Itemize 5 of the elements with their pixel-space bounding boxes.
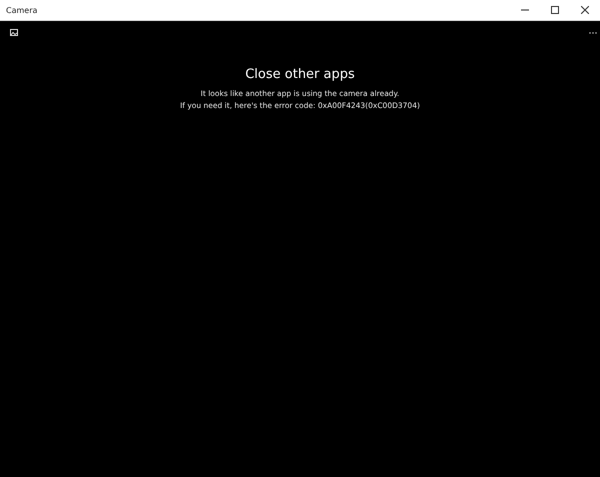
window-title: Camera: [6, 6, 38, 14]
close-icon[interactable]: [581, 6, 589, 14]
error-heading: Close other apps: [245, 67, 355, 82]
maximize-icon[interactable]: [551, 6, 559, 14]
image-icon[interactable]: [10, 29, 18, 36]
